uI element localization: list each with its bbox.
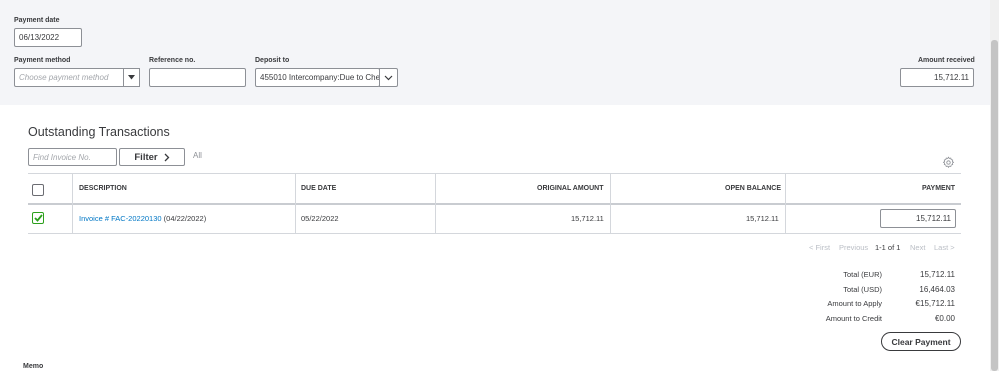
- column-header-open-balance[interactable]: OPEN BALANCE: [725, 185, 781, 192]
- column-divider: [435, 173, 436, 234]
- table-top-border: [28, 173, 961, 174]
- column-header-original-amount[interactable]: ORIGINAL AMOUNT: [537, 185, 604, 192]
- vertical-scrollbar[interactable]: [990, 0, 999, 371]
- scrollbar-thumb[interactable]: [991, 40, 998, 371]
- column-divider: [610, 173, 611, 234]
- gear-icon[interactable]: [942, 156, 955, 169]
- column-header-payment[interactable]: PAYMENT: [922, 185, 955, 192]
- find-invoice-input[interactable]: Find Invoice No.: [28, 148, 117, 166]
- invoice-link[interactable]: Invoice # FAC-20220130: [79, 214, 162, 223]
- deposit-to-dropdown-button[interactable]: [379, 68, 398, 87]
- total-usd-label: Total (USD): [843, 285, 882, 294]
- table-row-open-balance: 15,712.11: [746, 214, 779, 223]
- table-header-border: [28, 203, 961, 205]
- table-bottom-border: [28, 233, 961, 234]
- total-eur-label: Total (EUR): [843, 270, 882, 279]
- amount-to-apply-label: Amount to Apply: [827, 299, 882, 308]
- payment-date-label: Payment date: [14, 17, 60, 24]
- pager-next[interactable]: Next: [910, 243, 925, 252]
- column-divider: [785, 173, 786, 234]
- total-usd-value: 16,464.03: [919, 285, 955, 294]
- amount-to-apply-value: €15,712.11: [915, 299, 955, 308]
- table-row-due-date: 05/22/2022: [301, 214, 339, 223]
- total-eur-value: 15,712.11: [920, 270, 955, 279]
- checkmark-icon: [33, 214, 43, 222]
- amount-received-label: Amount received: [918, 57, 975, 64]
- deposit-to-label: Deposit to: [255, 57, 290, 64]
- row-checkbox[interactable]: [32, 212, 44, 224]
- filter-all-label: All: [193, 151, 202, 160]
- pager-previous[interactable]: Previous: [839, 243, 868, 252]
- pager-first[interactable]: < First: [809, 243, 830, 252]
- reference-no-input[interactable]: [149, 68, 246, 87]
- memo-label: Memo: [23, 363, 44, 370]
- column-divider: [295, 173, 296, 234]
- chevron-down-icon: [384, 75, 393, 80]
- table-row-payment-input[interactable]: 15,712.11: [880, 209, 956, 228]
- column-header-description[interactable]: DESCRIPTION: [79, 185, 127, 192]
- column-divider: [72, 173, 73, 234]
- invoice-date: (04/22/2022): [163, 214, 207, 223]
- reference-no-label: Reference no.: [149, 57, 196, 64]
- caret-down-icon: [128, 75, 135, 80]
- deposit-to-select[interactable]: 455010 Intercompany:Due to Che: [255, 68, 380, 87]
- payment-method-placeholder: Choose payment method: [19, 73, 109, 82]
- select-all-checkbox[interactable]: [32, 184, 44, 196]
- column-header-due-date[interactable]: DUE DATE: [301, 185, 336, 192]
- amount-to-credit-label: Amount to Credit: [825, 314, 882, 323]
- clear-payment-button[interactable]: Clear Payment: [881, 332, 961, 351]
- payment-method-label: Payment method: [14, 57, 71, 64]
- amount-received-input[interactable]: 15,712.11: [900, 68, 974, 87]
- filter-label: Filter: [134, 151, 158, 163]
- pager-last[interactable]: Last >: [934, 243, 955, 252]
- payment-header-panel: Payment date 06/13/2022 Payment method C…: [0, 0, 990, 105]
- amount-to-credit-value: €0.00: [934, 314, 955, 323]
- pager-range: 1-1 of 1: [875, 243, 901, 252]
- chevron-right-icon: [164, 153, 170, 161]
- filter-button[interactable]: Filter: [119, 148, 185, 166]
- payment-method-select[interactable]: Choose payment method: [14, 68, 125, 87]
- find-invoice-placeholder: Find Invoice No.: [33, 152, 91, 162]
- payment-method-dropdown-button[interactable]: [123, 68, 140, 87]
- payment-date-input[interactable]: 06/13/2022: [14, 28, 82, 47]
- table-row-description: Invoice # FAC-20220130 (04/22/2022): [79, 214, 206, 223]
- table-row-original-amount: 15,712.11: [571, 214, 604, 223]
- outstanding-transactions-title: Outstanding Transactions: [28, 125, 170, 139]
